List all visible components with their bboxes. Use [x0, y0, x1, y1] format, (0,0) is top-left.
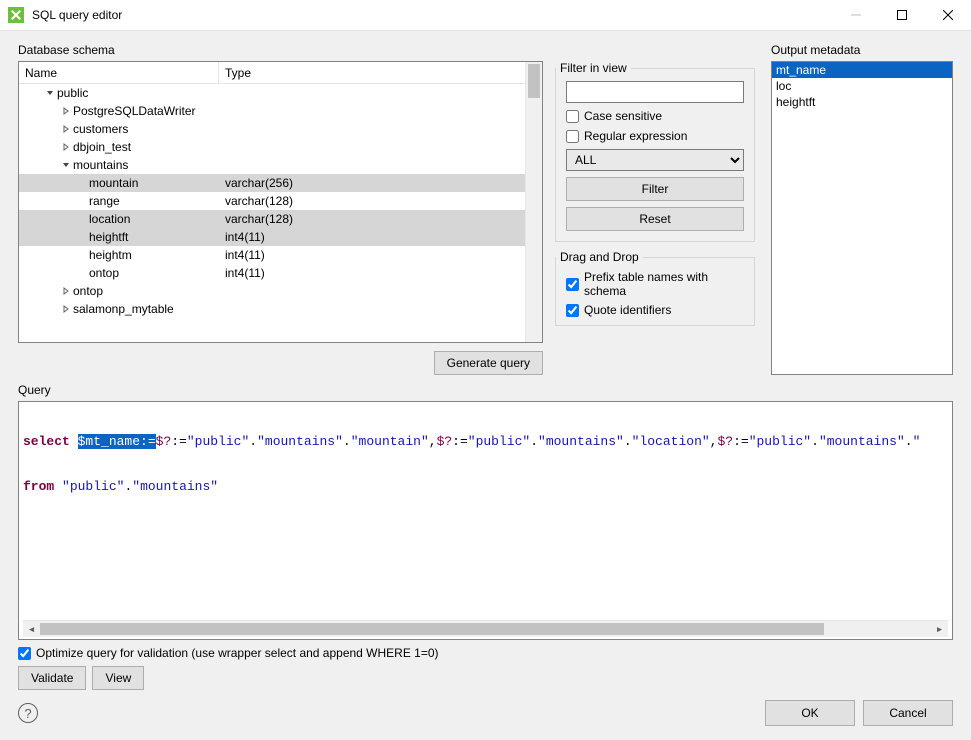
tree-row[interactable]: heightm int4(11) [19, 246, 525, 264]
query-hscroll[interactable]: ◂ ▸ [23, 620, 948, 637]
chevron-down-icon[interactable] [43, 86, 57, 100]
leaf-icon [75, 176, 89, 190]
tree-row[interactable]: PostgreSQLDataWriter [19, 102, 525, 120]
schema-tree[interactable]: Name Type public PostgreSQLDataWriter cust… [18, 61, 543, 343]
tree-row[interactable]: location varchar(128) [19, 210, 525, 228]
query-line-1[interactable]: select $mt_name:=$?:="public"."mountains… [23, 434, 948, 449]
tree-node-label: salamonp_mytable [73, 302, 174, 316]
minimize-button[interactable] [833, 0, 879, 31]
validate-button[interactable]: Validate [18, 666, 86, 690]
query-label: Query [18, 383, 953, 397]
tree-row[interactable]: ontop int4(11) [19, 264, 525, 282]
tree-node-label: ontop [89, 266, 119, 280]
output-label: Output metadata [771, 43, 953, 57]
tree-row[interactable]: range varchar(128) [19, 192, 525, 210]
leaf-icon [75, 266, 89, 280]
tree-row[interactable]: ontop [19, 282, 525, 300]
reset-button[interactable]: Reset [566, 207, 744, 231]
filter-button[interactable]: Filter [566, 177, 744, 201]
tree-row[interactable]: public [19, 84, 525, 102]
query-line-2[interactable]: from "public"."mountains" [23, 479, 948, 494]
tree-node-label: PostgreSQLDataWriter [73, 104, 196, 118]
tree-node-label: dbjoin_test [73, 140, 131, 154]
regex-checkbox[interactable]: Regular expression [566, 129, 744, 143]
tree-node-label: mountain [89, 176, 138, 190]
tree-row[interactable]: dbjoin_test [19, 138, 525, 156]
tree-row[interactable]: salamonp_mytable [19, 300, 525, 318]
tree-node-label: heightft [89, 230, 128, 244]
chevron-right-icon[interactable] [59, 122, 73, 136]
col-name-header[interactable]: Name [19, 62, 219, 83]
output-item[interactable]: heightft [772, 94, 952, 110]
schema-label: Database schema [18, 43, 755, 57]
filter-legend: Filter in view [556, 61, 631, 75]
tree-header: Name Type [19, 62, 525, 84]
case-sensitive-checkbox[interactable]: Case sensitive [566, 109, 744, 123]
chevron-right-icon[interactable] [59, 284, 73, 298]
quote-identifiers-checkbox[interactable]: Quote identifiers [566, 303, 744, 317]
chevron-right-icon[interactable] [59, 302, 73, 316]
view-button[interactable]: View [92, 666, 144, 690]
generate-query-button[interactable]: Generate query [434, 351, 543, 375]
tree-row[interactable]: customers [19, 120, 525, 138]
titlebar: SQL query editor [0, 0, 971, 31]
query-editor[interactable]: select $mt_name:=$?:="public"."mountains… [18, 401, 953, 640]
filter-input[interactable] [566, 81, 744, 103]
scroll-left-icon[interactable]: ◂ [23, 621, 40, 637]
col-type-header[interactable]: Type [219, 62, 525, 83]
dragdrop-legend: Drag and Drop [556, 250, 643, 264]
tree-node-type: int4(11) [219, 230, 525, 244]
tree-node-type: varchar(128) [219, 194, 525, 208]
dragdrop-panel: Drag and Drop Prefix table names with sc… [555, 250, 755, 326]
tree-node-type: int4(11) [219, 248, 525, 262]
filter-scope-select[interactable]: ALL [566, 149, 744, 171]
tree-node-label: ontop [73, 284, 103, 298]
chevron-right-icon[interactable] [59, 104, 73, 118]
tree-node-label: mountains [73, 158, 128, 172]
tree-node-type: varchar(128) [219, 212, 525, 226]
help-icon[interactable]: ? [18, 703, 38, 723]
cancel-button[interactable]: Cancel [863, 700, 953, 726]
leaf-icon [75, 194, 89, 208]
prefix-schema-checkbox[interactable]: Prefix table names with schema [566, 270, 744, 298]
tree-node-type: int4(11) [219, 266, 525, 280]
tree-row[interactable]: mountains [19, 156, 525, 174]
app-icon [8, 7, 24, 23]
output-item[interactable]: loc [772, 78, 952, 94]
tree-node-label: customers [73, 122, 128, 136]
tree-node-type: varchar(256) [219, 176, 525, 190]
close-button[interactable] [925, 0, 971, 31]
chevron-right-icon[interactable] [59, 140, 73, 154]
window-title: SQL query editor [32, 8, 122, 22]
maximize-button[interactable] [879, 0, 925, 31]
tree-node-label: heightm [89, 248, 132, 262]
tree-node-label: location [89, 212, 130, 226]
tree-scrollbar[interactable] [525, 62, 542, 342]
leaf-icon [75, 248, 89, 262]
tree-row[interactable]: heightft int4(11) [19, 228, 525, 246]
optimize-checkbox[interactable]: Optimize query for validation (use wrapp… [18, 646, 953, 660]
tree-row[interactable]: mountain varchar(256) [19, 174, 525, 192]
ok-button[interactable]: OK [765, 700, 855, 726]
scroll-right-icon[interactable]: ▸ [931, 621, 948, 637]
output-item[interactable]: mt_name [772, 62, 952, 78]
filter-panel: Filter in view Case sensitive Regular ex… [555, 61, 755, 242]
tree-node-label: public [57, 86, 88, 100]
tree-node-label: range [89, 194, 120, 208]
leaf-icon [75, 212, 89, 226]
leaf-icon [75, 230, 89, 244]
output-list[interactable]: mt_namelocheightft [771, 61, 953, 375]
chevron-down-icon[interactable] [59, 158, 73, 172]
